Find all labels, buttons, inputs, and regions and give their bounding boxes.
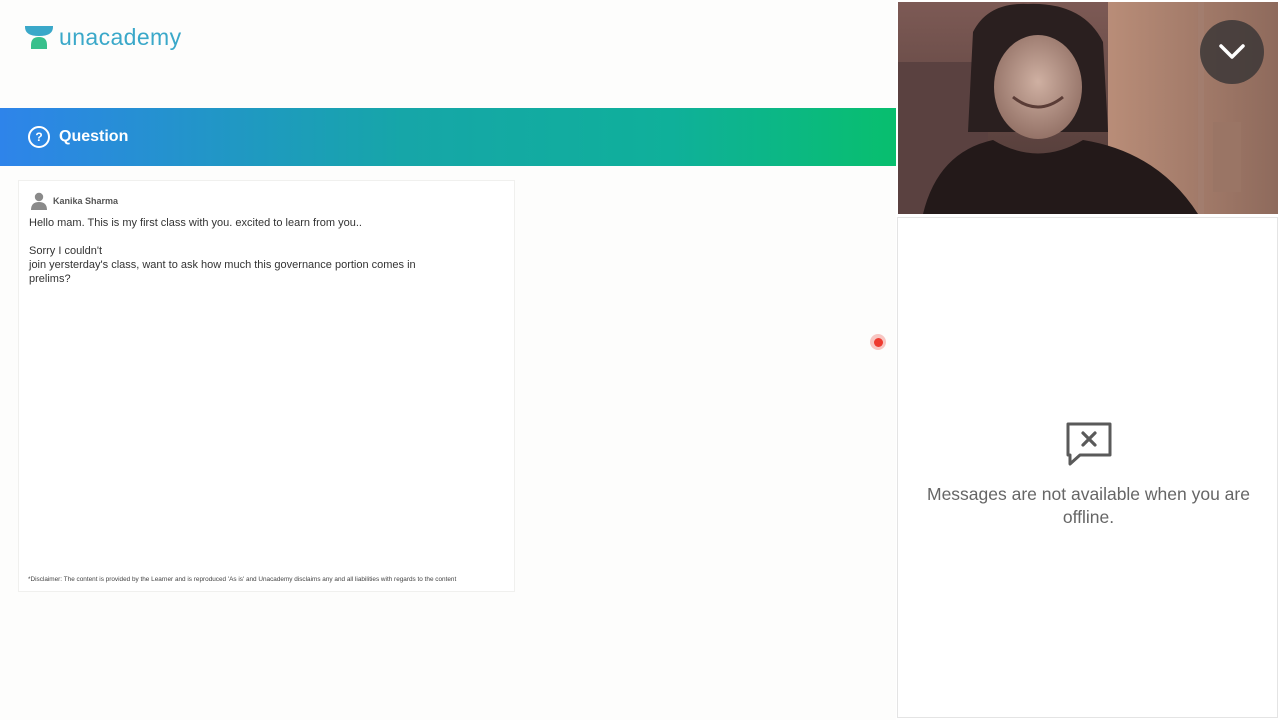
disclaimer-text: *Disclaimer: The content is provided by … <box>28 576 457 583</box>
user-avatar-icon <box>31 192 47 210</box>
question-banner: ? Question <box>0 108 896 166</box>
chevron-down-icon <box>1219 44 1245 59</box>
main-content: unacademy ? Question Kanika Sharma Hello… <box>0 0 896 720</box>
question-circle-icon: ? <box>28 126 50 148</box>
message-disabled-icon <box>1066 422 1112 466</box>
chat-panel: Messages are not available when you are … <box>897 217 1278 718</box>
question-author: Kanika Sharma <box>31 192 118 210</box>
question-card: Kanika Sharma Hello mam. This is my firs… <box>18 180 515 592</box>
brand-name: unacademy <box>59 24 182 50</box>
side-panel: Messages are not available when you are … <box>896 0 1280 720</box>
recording-dot-icon <box>873 337 883 347</box>
recording-indicator <box>870 334 886 350</box>
author-name: Kanika Sharma <box>53 196 119 206</box>
question-text: Hello mam. This is my first class with y… <box>29 217 416 285</box>
offline-message: Messages are not available when you are … <box>927 484 1250 527</box>
educator-video <box>898 2 1278 214</box>
question-banner-title: Question <box>59 128 129 145</box>
collapse-video-button[interactable] <box>1200 20 1264 84</box>
unacademy-logo-icon <box>25 26 53 49</box>
unacademy-logo[interactable]: unacademy <box>24 22 182 52</box>
